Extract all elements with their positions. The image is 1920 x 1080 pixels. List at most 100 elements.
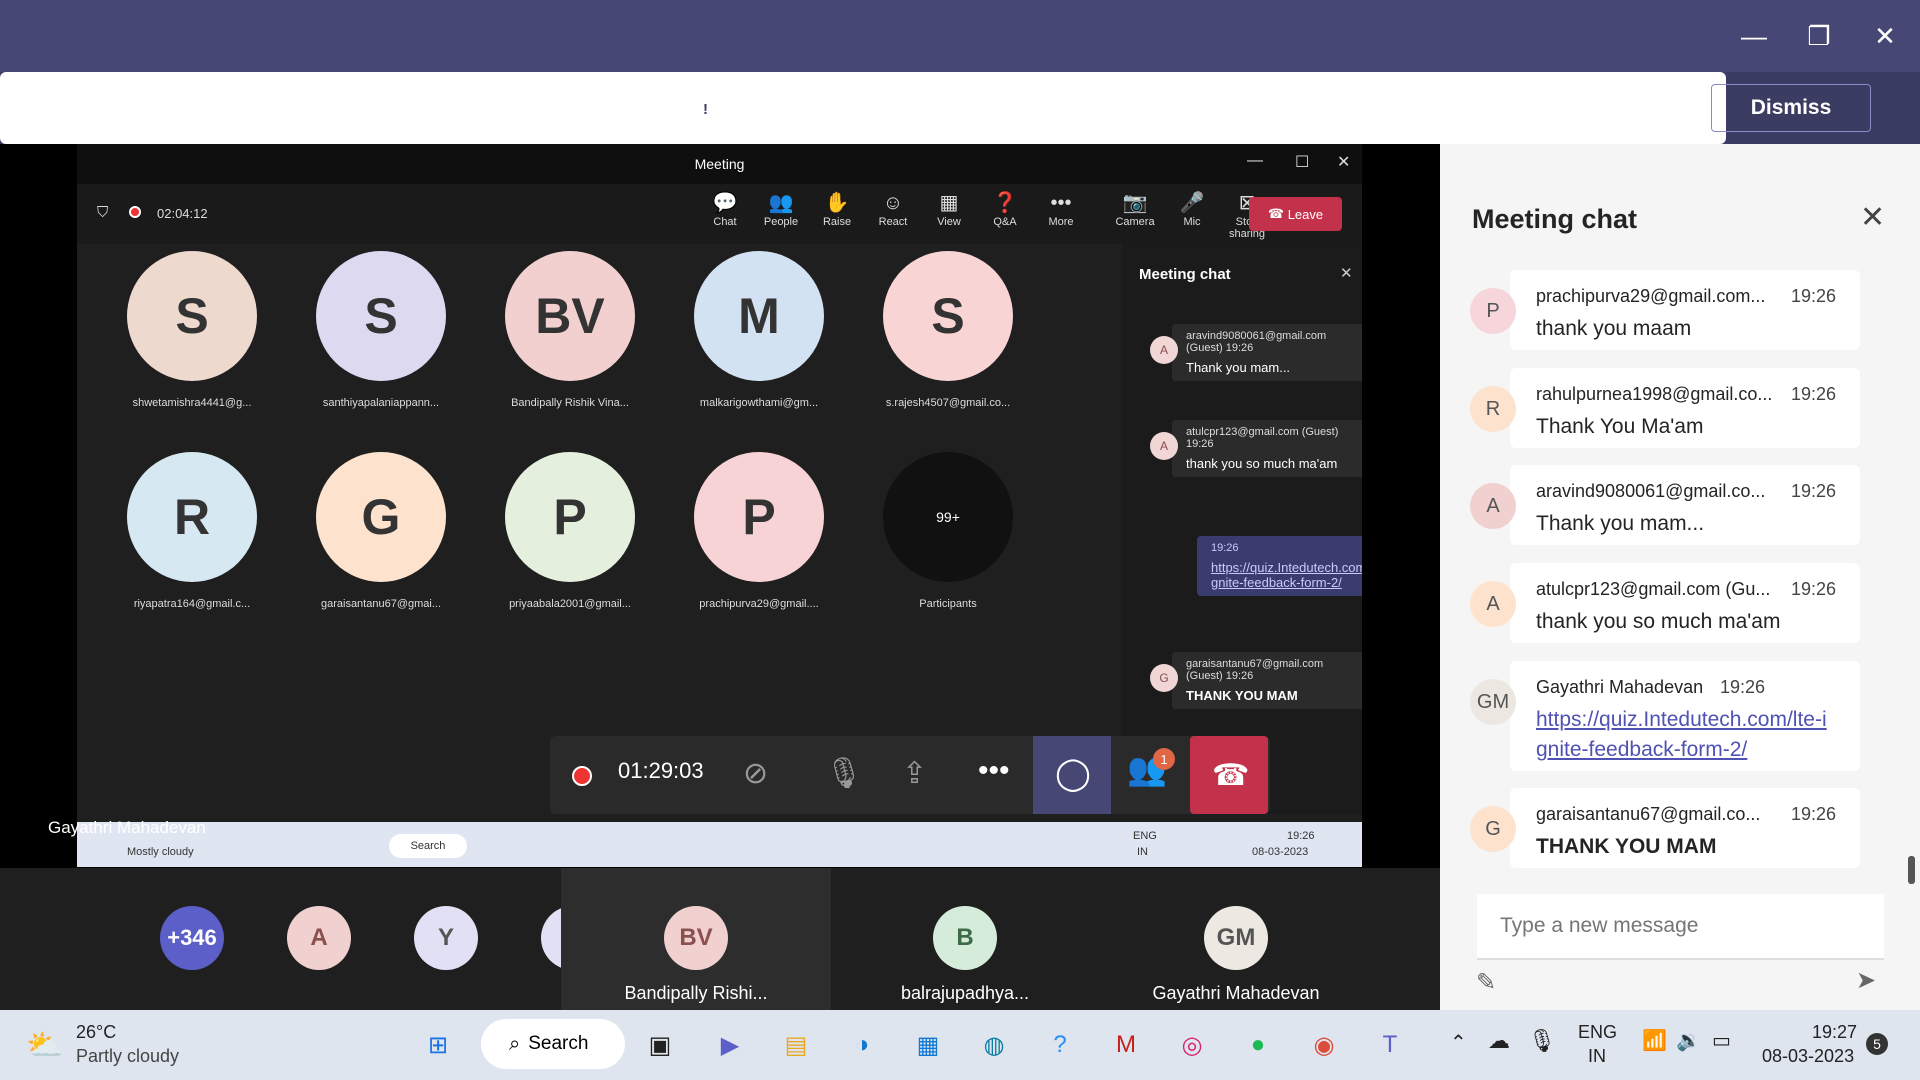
- mic-muted-icon[interactable]: 🎙: [1528, 1028, 1556, 1054]
- clock-time[interactable]: 19:27: [1812, 1022, 1857, 1043]
- participant-tile: Rriyapatra164@gmail.c...: [102, 452, 282, 610]
- shared-toolbar-item: ▦ View: [924, 190, 974, 228]
- avatar: S: [316, 251, 446, 381]
- shared-toolbar-label: Camera: [1115, 216, 1155, 228]
- battery-icon[interactable]: ▭: [1712, 1028, 1731, 1053]
- message-link[interactable]: https://quiz.Intedutech.com/lte-ignite-f…: [1536, 705, 1836, 765]
- shared-toolbar-item: 👥 People: [756, 190, 806, 228]
- instagram-icon[interactable]: ◎: [1172, 1025, 1212, 1065]
- sender-avatar: P: [1470, 288, 1516, 334]
- camera-off-icon[interactable]: ⊘: [743, 756, 768, 791]
- participant-tile: Ppriyaabala2001@gmail...: [480, 452, 660, 610]
- participant-name: balrajupadhya...: [900, 983, 1030, 1003]
- chat-message: Rrahulpurnea1998@gmail.co... 19:26 Thank Y…: [1470, 368, 1860, 448]
- shared-lang1: ENG: [1133, 830, 1157, 842]
- wifi-icon[interactable]: 📶: [1642, 1028, 1667, 1053]
- store-icon[interactable]: ▦: [908, 1025, 948, 1065]
- participant-name: Participants: [919, 598, 977, 610]
- leave-call-button[interactable]: ☎: [1190, 736, 1268, 814]
- message-time: 19:26: [1790, 579, 1836, 599]
- windows-start-icon[interactable]: ⊞: [418, 1025, 458, 1065]
- avatar: GM: [1204, 906, 1268, 970]
- shield-icon: ⛉: [97, 204, 109, 221]
- dismiss-button[interactable]: Dismiss: [1711, 84, 1871, 132]
- shared-search: Search: [389, 834, 467, 858]
- shared-toolbar-item: 💬 Chat: [700, 190, 750, 228]
- chevron-up-icon[interactable]: ⌃: [1450, 1030, 1467, 1055]
- message-time: 19:26: [1790, 286, 1836, 306]
- participant-name: garaisantanu67@gmai...: [320, 598, 442, 610]
- chat-toggle-button[interactable]: ◯: [1033, 736, 1111, 814]
- help-icon[interactable]: ?: [1040, 1025, 1080, 1065]
- share-icon[interactable]: ⇪: [902, 756, 927, 791]
- avatar: Y: [414, 906, 478, 970]
- avatar: P: [694, 452, 824, 582]
- chat-message: Aatulcpr123@gmail.com (Gu... 19:26 thank y…: [1470, 563, 1860, 643]
- shared-toolbar-item: ••• More: [1036, 190, 1086, 228]
- sender-name: Gayathri Mahadevan: [1536, 677, 1704, 697]
- send-icon[interactable]: ➤: [1856, 966, 1876, 995]
- message-body: https://quiz.Intedutech.com/lte-ignite-f…: [1211, 560, 1362, 590]
- shared-leave-button: ☎ Leave: [1249, 197, 1342, 231]
- notification-banner: Together mode scene changed: [0, 72, 1920, 144]
- close-window-button[interactable]: ✕: [1863, 14, 1907, 58]
- edge-icon[interactable]: ◑: [842, 1025, 882, 1065]
- message-input[interactable]: [1500, 914, 1860, 938]
- hangup-icon: ☎: [1212, 759, 1250, 792]
- message-body: thank you so much ma'am: [1536, 610, 1781, 633]
- avatar: BV: [505, 251, 635, 381]
- chat-message: Pprachipurva29@gmail.com... 19:26 thank yo…: [1470, 270, 1860, 350]
- sender: aravind9080061@gmail.com: [1186, 330, 1327, 342]
- sender-name: garaisantanu67@gmail.co...: [1536, 804, 1761, 824]
- call-timer: 01:29:03: [618, 758, 704, 783]
- file-explorer-icon[interactable]: ▤: [776, 1025, 816, 1065]
- message-body: THANK YOU MAM: [1536, 835, 1717, 858]
- antivirus-icon[interactable]: M: [1106, 1025, 1146, 1065]
- participant-tile: Sshwetamishra4441@g...: [102, 251, 282, 409]
- cloud-icon: ☁: [1488, 1028, 1510, 1053]
- participant-name: Bandipally Rishik Vina...: [511, 397, 629, 409]
- message-time: 19:26: [1720, 677, 1766, 697]
- participant-name: shwetamishra4441@g...: [132, 397, 252, 409]
- sender-avatar: A: [1470, 581, 1516, 627]
- clock-date[interactable]: 08-03-2023: [1762, 1046, 1854, 1067]
- task-view-icon[interactable]: ▣: [640, 1025, 680, 1065]
- meta: (Guest) 19:26: [1186, 342, 1254, 354]
- language-code[interactable]: ENG: [1578, 1022, 1617, 1043]
- more-icon[interactable]: •••: [978, 754, 1010, 788]
- avatar: S: [127, 251, 257, 381]
- compose-box: [1477, 894, 1884, 960]
- region-code[interactable]: IN: [1588, 1046, 1606, 1067]
- shared-weather: Mostly cloudy: [127, 846, 194, 858]
- participant-tile: BV Bandipally Rishik Vina...: [480, 251, 660, 409]
- avatar: M: [694, 251, 824, 381]
- restore-button[interactable]: ❐: [1797, 14, 1841, 58]
- spotify-icon[interactable]: ●: [1238, 1025, 1278, 1065]
- message-body: Thank you mam...: [1186, 360, 1291, 375]
- format-icon[interactable]: ✎: [1476, 968, 1496, 997]
- notification-badge[interactable]: 5: [1866, 1033, 1888, 1055]
- sender: atulcpr123@gmail.com (Guest): [1186, 426, 1339, 438]
- chrome-icon[interactable]: ◉: [1304, 1025, 1344, 1065]
- message-body: THANK YOU MAM: [1186, 688, 1298, 703]
- message-time: 19:26: [1790, 481, 1836, 501]
- minimize-button[interactable]: —: [1732, 14, 1776, 58]
- taskbar-search-label: Search: [528, 1033, 589, 1054]
- sender-avatar: A: [1150, 432, 1178, 460]
- recording-icon: [572, 766, 592, 786]
- volume-icon[interactable]: 🔉: [1676, 1028, 1701, 1053]
- taskbar-search[interactable]: ⌕ Search: [481, 1019, 625, 1069]
- teams-icon[interactable]: T: [1370, 1025, 1410, 1065]
- participant-tile: Ggaraisantanu67@gmai...: [291, 452, 471, 610]
- app-icon[interactable]: ◍: [974, 1025, 1014, 1065]
- meet-icon[interactable]: ▶: [710, 1025, 750, 1065]
- chat-scrollbar[interactable]: [1908, 856, 1915, 884]
- shared-toolbar-label: Mic: [1183, 216, 1201, 228]
- view-icon: ▦: [939, 192, 959, 214]
- shared-chat-message: garaisantanu67@gmail.com (Guest) 19:26 THA…: [1172, 652, 1362, 709]
- shared-toolbar-item: ☺ React: [868, 190, 918, 228]
- sender-avatar: R: [1470, 386, 1516, 432]
- participant-tile: +346: [127, 868, 257, 1010]
- close-chat-icon[interactable]: ✕: [1860, 200, 1885, 235]
- mic-off-icon[interactable]: 🎙: [825, 756, 863, 791]
